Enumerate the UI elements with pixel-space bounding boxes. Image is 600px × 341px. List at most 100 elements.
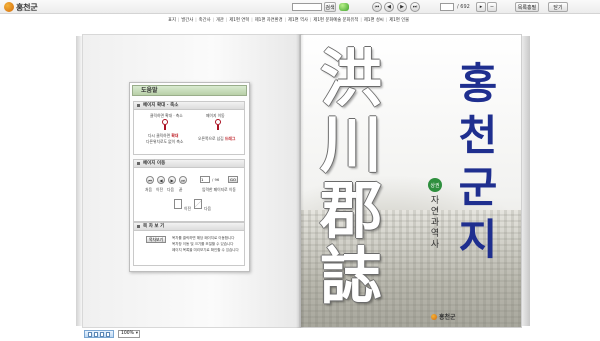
go-button[interactable]: ▸ (476, 2, 486, 12)
help-section-toc: 목 차 보 기 목차보기 목차를 클릭하면 해당 페이지로 이동합니다 목차창 … (133, 222, 245, 266)
help-page-total: / 96 (212, 177, 220, 182)
cover-hanja-title: 洪 川 郡 誌 (316, 46, 386, 310)
menu-separator: | (385, 17, 388, 23)
zoom-note-b: 확대 (171, 133, 179, 138)
page-total-label: / 692 (457, 4, 470, 10)
pointer-icon (160, 119, 170, 131)
menu-item[interactable]: 표지 (168, 17, 176, 23)
close-button[interactable]: 닫기 (548, 2, 568, 12)
toc-desc-2: 목차창 이동 및 크기를 조절할 수 있습니다 (172, 242, 234, 246)
nav-label-input: 입력한 페이지로 이동 (202, 187, 236, 192)
nav-label-right: 다음 (204, 206, 211, 211)
page-number-input[interactable] (440, 3, 454, 11)
menu-separator: | (251, 17, 253, 23)
hanja-char: 誌 (319, 240, 382, 313)
menu-item[interactable]: 제1편 인물 (389, 17, 409, 23)
thumbnail-icon (94, 332, 98, 337)
section-title: 페이지 확대 · 축소 (134, 102, 244, 110)
menu-separator: | (360, 17, 362, 23)
search-button[interactable]: 검색 (324, 2, 336, 12)
first-page-icon: ⏮ (146, 176, 154, 184)
ebook-viewer: 홍천군 HONGCHEON-GUN 검색 ⏮ ◀ ▶ ⏭ / 692 ▸ − 목… (0, 0, 600, 341)
pointer-icon (213, 119, 223, 131)
menu-item[interactable]: 제1편 문화예술 문화유적 (313, 17, 358, 23)
subtitle-char: 자 (430, 196, 440, 206)
help-section-page-nav: 페이지 이동 ⏮ ◀ ▶ ⏭ 1 / 96 GO 처음 이전 다음 끝 입력한 … (133, 159, 245, 222)
help-page-field: 1 (200, 176, 210, 183)
help-go-button: GO (228, 176, 238, 183)
section-title: 목 차 보 기 (134, 223, 244, 231)
last-page-icon: ⏭ (179, 176, 187, 184)
menu-item[interactable]: 제1편 역사 (288, 17, 308, 23)
volume-badge: 상권 (428, 178, 442, 192)
cover-subtitle: 자 연 과 역 사 (427, 196, 443, 251)
toc-edit-button[interactable]: 목록홍필 (515, 2, 539, 12)
title-char: 홍 (458, 59, 498, 108)
zoom-select[interactable]: 100% (118, 330, 140, 338)
nav-label-first: 처음 (145, 187, 152, 192)
toc-desc-1: 목차를 클릭하면 해당 페이지로 이동합니다 (172, 236, 235, 240)
title-char: 천 (458, 111, 498, 160)
logo-subtext: HONGCHEON-GUN (18, 10, 37, 12)
nav-label-last: 끝 (179, 187, 183, 192)
menu-separator: | (284, 17, 286, 23)
menu-item[interactable]: 제1편 자연환경 (255, 17, 283, 23)
subtitle-char: 사 (430, 240, 440, 250)
help-title: 도움말 (132, 85, 247, 96)
prev-page-button[interactable]: ◀ (384, 2, 394, 12)
book-edge-right (522, 36, 530, 326)
county-emblem-icon (431, 313, 437, 320)
menu-separator: | (195, 17, 197, 23)
hanja-char: 洪 (319, 42, 382, 115)
zoom-note-c: 다른위치로도 없이 축소 (146, 139, 184, 144)
menu-separator: | (309, 17, 312, 23)
bottom-toolbar: 100% (0, 328, 600, 341)
thumbnail-icon (106, 332, 110, 337)
prev-page-icon: ◀ (157, 176, 165, 184)
top-toolbar: 홍천군 HONGCHEON-GUN 검색 ⏮ ◀ ▶ ⏭ / 692 ▸ − 목… (0, 0, 600, 14)
publisher-name: 홍천군 (439, 314, 456, 321)
speech-bubble-icon (339, 3, 349, 11)
menu-item[interactable]: 발간사 (181, 17, 193, 23)
county-emblem-icon (4, 2, 14, 12)
cover-korean-title: 홍 천 군 지 (450, 58, 506, 266)
book-gutter (296, 34, 304, 328)
nav-label-next: 다음 (167, 187, 174, 192)
nav-label-prev: 이전 (156, 187, 163, 192)
title-char: 군 (458, 163, 498, 212)
subtitle-char: 연 (430, 207, 440, 217)
move-note: 오른쪽으로 넘김 드래그 (198, 136, 235, 142)
thumbnail-view-button[interactable] (84, 330, 114, 338)
page-turn-icon (194, 199, 202, 209)
hanja-char: 川 (319, 108, 382, 181)
last-page-button[interactable]: ⏭ (410, 2, 420, 12)
menu-separator: | (177, 17, 180, 23)
nav-label-left: 이전 (184, 206, 191, 211)
next-page-icon: ▶ (168, 176, 176, 184)
thumbnail-icon (88, 332, 92, 337)
search-input[interactable] (292, 3, 322, 11)
hanja-char: 郡 (319, 174, 382, 247)
title-char: 지 (458, 215, 498, 264)
subtitle-char: 역 (430, 229, 440, 239)
menu-item[interactable]: 개관 (216, 17, 224, 23)
move-note-b: 드래그 (224, 136, 236, 141)
page-icon (174, 199, 182, 209)
menu-item[interactable]: 제1편 성씨 (364, 17, 384, 23)
menu-item[interactable]: 축간사 (199, 17, 211, 23)
zoom-note-a: 다시 클릭하면 (148, 133, 171, 138)
logo[interactable]: 홍천군 HONGCHEON-GUN (4, 1, 38, 13)
menu-item[interactable]: 제1편 연혁 (229, 17, 249, 23)
chapter-menu: 표지 | 발간사 | 축간사 | 개관 | 제1편 연혁 | 제1편 자연환경 | 제1편 역사 | 제1편… (168, 16, 409, 24)
section-title: 페이지 이동 (134, 160, 244, 168)
subtitle-char: 과 (430, 218, 440, 228)
next-page-button[interactable]: ▶ (397, 2, 407, 12)
chat-button[interactable] (338, 1, 350, 13)
toc-desc-3: 페이지 목록을 미리보기로 확인할 수 있습니다 (172, 248, 239, 252)
cover-publisher: 홍천군 (431, 312, 456, 321)
zoom-out-button[interactable]: − (487, 2, 497, 12)
help-section-zoom: 페이지 확대 · 축소 클릭하면 확대 · 축소 페이지 이동 다시 클릭하면 … (133, 101, 245, 155)
move-note-a: 오른쪽으로 넘김 (198, 136, 224, 141)
first-page-button[interactable]: ⏮ (372, 2, 382, 12)
menu-separator: | (225, 17, 228, 23)
